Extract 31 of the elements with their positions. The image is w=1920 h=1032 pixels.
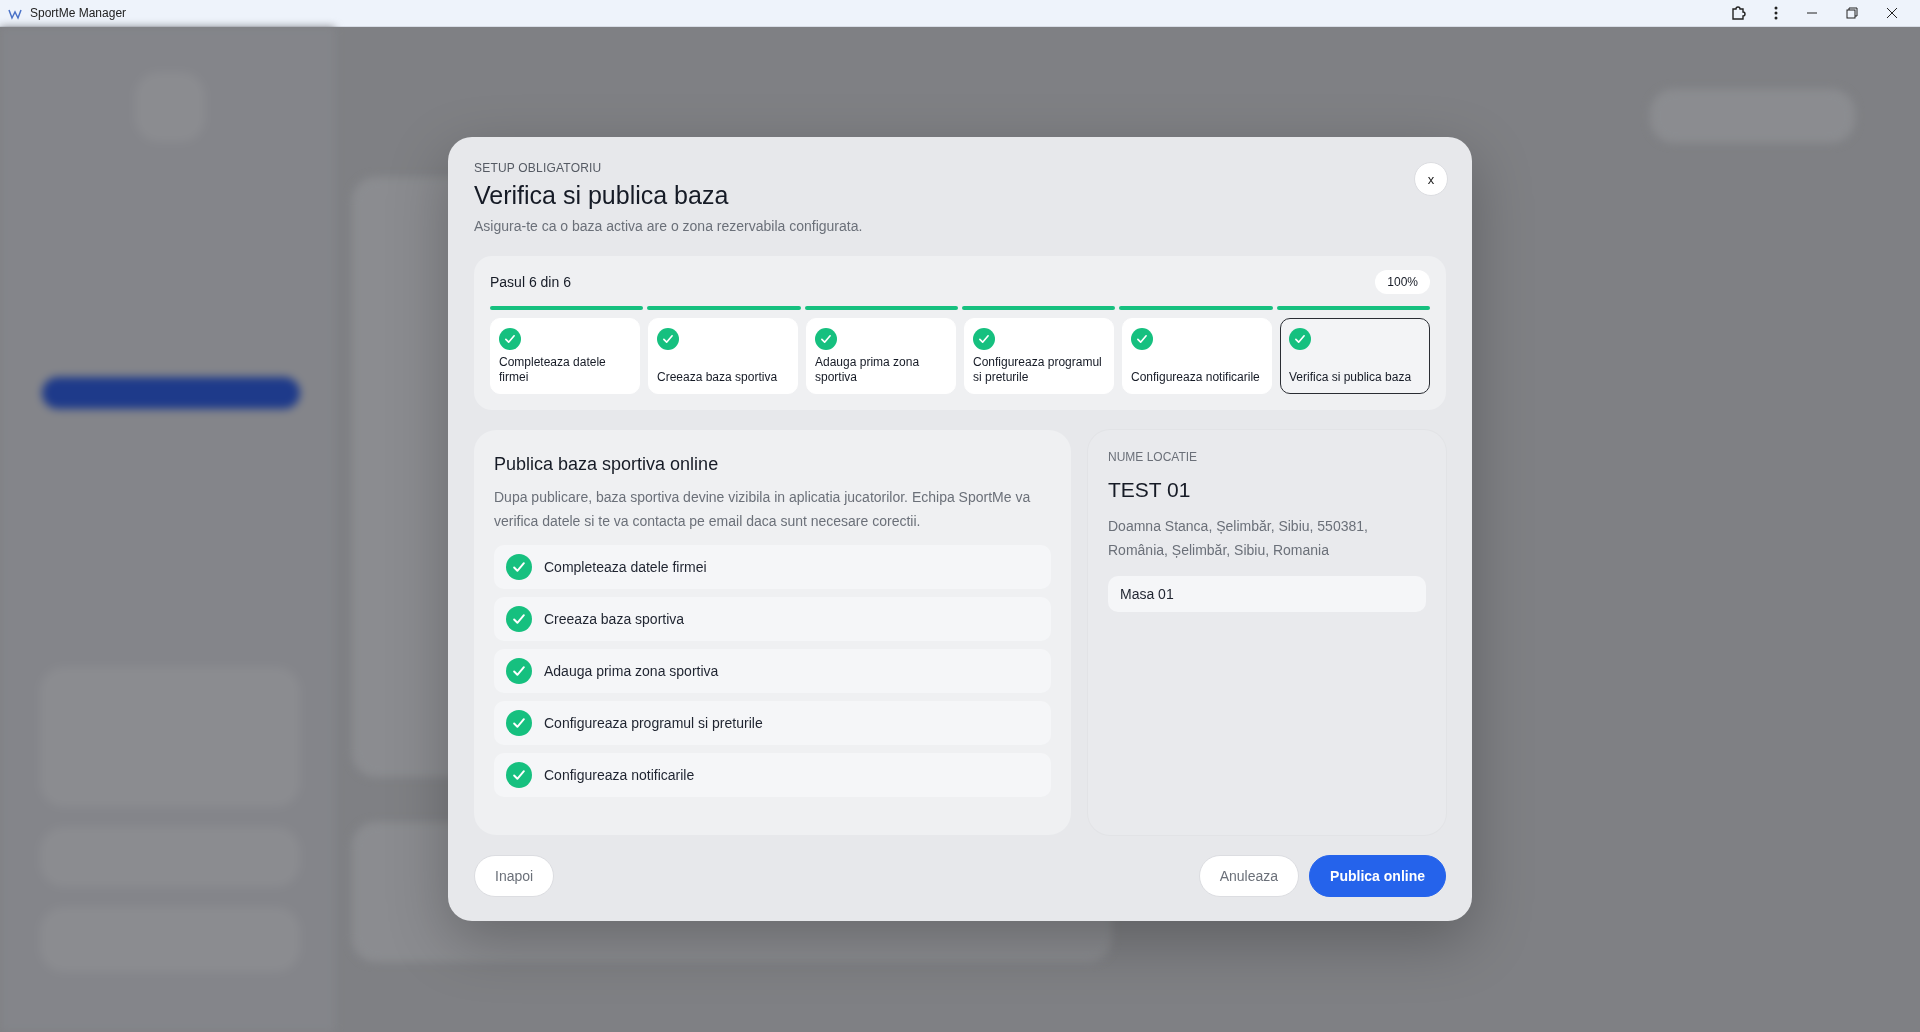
checklist-label: Creeaza baza sportiva bbox=[544, 611, 685, 627]
location-name: TEST 01 bbox=[1108, 478, 1192, 502]
dialog-eyebrow: SETUP OBLIGATORIU bbox=[474, 161, 603, 175]
extensions-icon[interactable] bbox=[1730, 5, 1746, 21]
publish-button[interactable]: Publica online bbox=[1309, 855, 1446, 897]
checklist-label: Configureaza notificarile bbox=[544, 767, 695, 783]
dialog-subtitle: Asigura-te ca o baza activa are o zona rezervabila configurata. bbox=[474, 218, 864, 234]
checklist-label: Completeaza datele firmei bbox=[544, 559, 707, 575]
step-tab[interactable]: Creeaza baza sportiva bbox=[648, 318, 798, 394]
step-tab[interactable]: Adauga prima zona sportiva bbox=[806, 318, 956, 394]
step-tab[interactable]: Verifica si publica baza bbox=[1280, 318, 1430, 394]
dialog-title: Verifica si publica baza bbox=[474, 181, 730, 210]
panel-title: Publica baza sportiva online bbox=[494, 454, 720, 475]
step-tab[interactable]: Configureaza notificarile bbox=[1122, 318, 1272, 394]
restore-icon[interactable] bbox=[1846, 7, 1858, 19]
checklist-label: Configureaza programul si preturile bbox=[544, 715, 763, 731]
location-address: Doamna Stanca, Șelimbăr, Sibiu, 550381, România, Șelimbăr, Sibiu, Romania bbox=[1108, 517, 1369, 560]
step-counter: Pasul 6 din 6 bbox=[490, 274, 571, 290]
back-button[interactable]: Inapoi bbox=[474, 855, 555, 897]
zone-item: Masa 01 bbox=[1108, 576, 1426, 612]
checklist-label: Adauga prima zona sportiva bbox=[544, 663, 719, 679]
close-icon[interactable] bbox=[1886, 7, 1898, 19]
panel-description: Dupa publicare, baza sportiva devine vizibila in aplicatia jucatorilor. Echipa SportMe va verifica datele si te va contacta pe email daca sunt necesare corectii. bbox=[494, 488, 1032, 531]
more-options-icon[interactable] bbox=[1774, 6, 1778, 20]
window-title: SportMe Manager bbox=[30, 6, 128, 20]
location-label: NUME LOCATIE bbox=[1108, 450, 1199, 464]
percent-badge: 100% bbox=[1375, 270, 1430, 294]
close-button[interactable]: x bbox=[1414, 162, 1448, 196]
cancel-button[interactable]: Anuleaza bbox=[1198, 855, 1300, 897]
step-tab[interactable]: Completeaza datele firmei bbox=[490, 318, 640, 394]
step-tab[interactable]: Configureaza programul si preturile bbox=[964, 318, 1114, 394]
